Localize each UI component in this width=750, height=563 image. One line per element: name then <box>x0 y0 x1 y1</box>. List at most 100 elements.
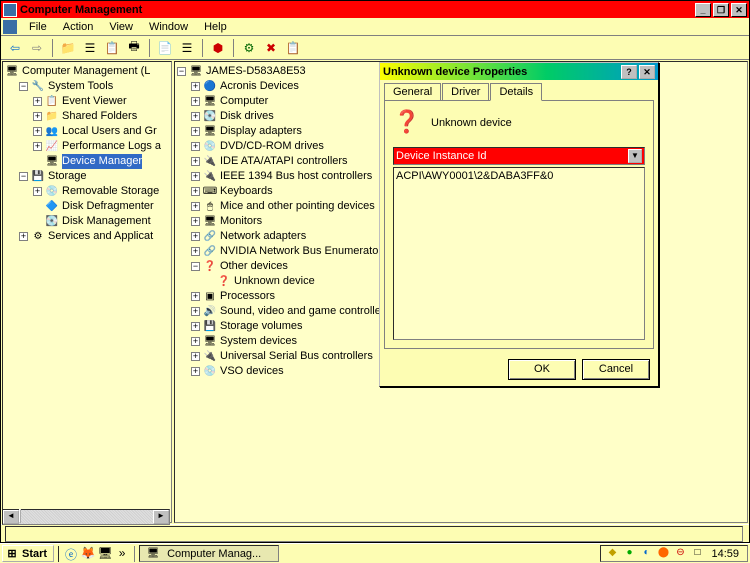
help-button[interactable]: ⬢ <box>208 38 228 58</box>
property-combo[interactable]: Device Instance Id ▼ <box>393 147 645 165</box>
expand-icon[interactable]: + <box>19 232 28 241</box>
tab-general[interactable]: General <box>384 83 441 100</box>
print-button[interactable]: 🖶 <box>124 38 144 58</box>
tree-perf[interactable]: +📈Performance Logs a <box>5 139 169 154</box>
expand-icon[interactable]: + <box>191 292 200 301</box>
expand-icon[interactable]: + <box>191 82 200 91</box>
expand-icon[interactable]: + <box>191 247 200 256</box>
tree-storage[interactable]: −💾Storage <box>5 169 169 184</box>
maximize-button[interactable]: ❐ <box>713 3 729 17</box>
expand-icon[interactable]: + <box>191 352 200 361</box>
menu-view[interactable]: View <box>101 19 141 35</box>
titlebar[interactable]: Computer Management _ ❐ ✕ <box>1 1 749 18</box>
desktop-icon[interactable]: 🖥 <box>97 546 113 562</box>
event-icon: 📋 <box>45 95 59 108</box>
scope-pane[interactable]: 🖥Computer Management (L −🔧System Tools +… <box>2 61 172 523</box>
dialog-help-button[interactable]: ? <box>621 65 637 79</box>
expand-icon[interactable]: + <box>191 307 200 316</box>
toolbar: ⇦ ⇨ 📁 ☰ 📋 🖶 📄 ☰ ⬢ ⚙ ✖ 📋 <box>1 36 749 60</box>
close-button[interactable]: ✕ <box>731 3 747 17</box>
expand-icon[interactable]: + <box>191 322 200 331</box>
forward-button[interactable]: ⇨ <box>27 38 47 58</box>
usb-icon: 🔌 <box>203 350 217 363</box>
expand-icon[interactable]: + <box>191 232 200 241</box>
dialog-titlebar[interactable]: Unknown device Properties ? ✕ <box>380 63 658 80</box>
expand-icon[interactable]: + <box>191 157 200 166</box>
collapse-icon[interactable]: − <box>177 67 186 76</box>
start-button[interactable]: ⊞ Start <box>2 545 54 562</box>
scan-button[interactable]: ⚙ <box>239 38 259 58</box>
tree-users[interactable]: +👥Local Users and Gr <box>5 124 169 139</box>
tree-systools[interactable]: −🔧System Tools <box>5 79 169 94</box>
dropdown-icon[interactable]: ▼ <box>628 149 642 163</box>
expand-icon[interactable]: + <box>191 172 200 181</box>
refresh-button[interactable]: 📄 <box>155 38 175 58</box>
expand-icon[interactable]: + <box>33 187 42 196</box>
update-button[interactable]: 📋 <box>283 38 303 58</box>
tray-icon-3[interactable]: ◐ <box>639 547 653 561</box>
mouse-icon: 🖱 <box>203 200 217 213</box>
cpu-icon: ▣ <box>203 290 217 303</box>
menubar: File Action View Window Help <box>1 18 749 36</box>
expand-icon[interactable]: + <box>33 142 42 151</box>
tab-driver[interactable]: Driver <box>442 83 489 100</box>
minimize-button[interactable]: _ <box>695 3 711 17</box>
tree-diskmgmt[interactable]: 💽Disk Management <box>5 214 169 229</box>
up-button[interactable]: 📁 <box>58 38 78 58</box>
tray-icon-6[interactable]: □ <box>690 547 704 561</box>
expand-icon[interactable]: + <box>191 202 200 211</box>
collapse-icon[interactable]: − <box>19 172 28 181</box>
expand-icon[interactable]: + <box>191 127 200 136</box>
tree-devmgr[interactable]: 🖥Device Manager <box>5 154 169 169</box>
tree-removable[interactable]: +💿Removable Storage <box>5 184 169 199</box>
tray-icon-1[interactable]: ◆ <box>605 547 619 561</box>
expand-icon[interactable]: + <box>191 217 200 226</box>
tree-defrag[interactable]: 🔷Disk Defragmenter <box>5 199 169 214</box>
properties-dialog[interactable]: Unknown device Properties ? ✕ General Dr… <box>379 62 659 387</box>
tray-icon-5[interactable]: ⊖ <box>673 547 687 561</box>
scroll-left-button[interactable]: ◄ <box>3 510 19 523</box>
expand-icon[interactable]: + <box>33 97 42 106</box>
result-pane[interactable]: −🖥JAMES-D583A8E53 +🔵Acronis Devices +🖥Co… <box>174 61 748 523</box>
ok-button[interactable]: OK <box>508 359 576 380</box>
tree-shared[interactable]: +📁Shared Folders <box>5 109 169 124</box>
menu-file[interactable]: File <box>21 19 55 35</box>
ie-icon[interactable]: ⓔ <box>63 546 79 562</box>
collapse-icon[interactable]: − <box>19 82 28 91</box>
sys-icon[interactable] <box>3 20 17 34</box>
expand-icon[interactable]: + <box>33 112 42 121</box>
scroll-right-button[interactable]: ► <box>153 510 169 523</box>
dialog-close-button[interactable]: ✕ <box>639 65 655 79</box>
tab-details[interactable]: Details <box>490 83 542 101</box>
tray-icon-2[interactable]: ● <box>622 547 636 561</box>
value-listbox[interactable]: ACPI\AWY0001\2&DABA3FF&0 <box>393 167 645 340</box>
back-button[interactable]: ⇦ <box>5 38 25 58</box>
windows-flag-icon: ⊞ <box>5 547 19 561</box>
props-button[interactable]: ☰ <box>80 38 100 58</box>
expand-icon[interactable]: + <box>33 127 42 136</box>
tray-icon-4[interactable]: ⬤ <box>656 547 670 561</box>
expand-icon[interactable]: + <box>191 367 200 376</box>
more-icon[interactable]: » <box>114 546 130 562</box>
expand-icon[interactable]: + <box>191 112 200 121</box>
expand-icon[interactable]: + <box>191 142 200 151</box>
instance-id-value[interactable]: ACPI\AWY0001\2&DABA3FF&0 <box>396 170 642 182</box>
menu-help[interactable]: Help <box>196 19 235 35</box>
task-compmgmt[interactable]: 🖥 Computer Manag... <box>139 545 279 562</box>
collapse-icon[interactable]: − <box>191 262 200 271</box>
menu-window[interactable]: Window <box>141 19 196 35</box>
expand-icon[interactable]: + <box>191 337 200 346</box>
firefox-icon[interactable]: 🦊 <box>80 546 96 562</box>
expand-icon[interactable]: + <box>191 187 200 196</box>
cancel-button[interactable]: Cancel <box>582 359 650 380</box>
view-button[interactable]: 📋 <box>102 38 122 58</box>
tree-event[interactable]: +📋Event Viewer <box>5 94 169 109</box>
tree-services[interactable]: +⚙Services and Applicat <box>5 229 169 244</box>
left-hscroll[interactable]: ◄ ► <box>2 509 170 523</box>
clock[interactable]: 14:59 <box>707 548 743 560</box>
menu-action[interactable]: Action <box>55 19 102 35</box>
uninstall-button[interactable]: ✖ <box>261 38 281 58</box>
export-button[interactable]: ☰ <box>177 38 197 58</box>
tree-root[interactable]: 🖥Computer Management (L <box>5 64 169 79</box>
expand-icon[interactable]: + <box>191 97 200 106</box>
